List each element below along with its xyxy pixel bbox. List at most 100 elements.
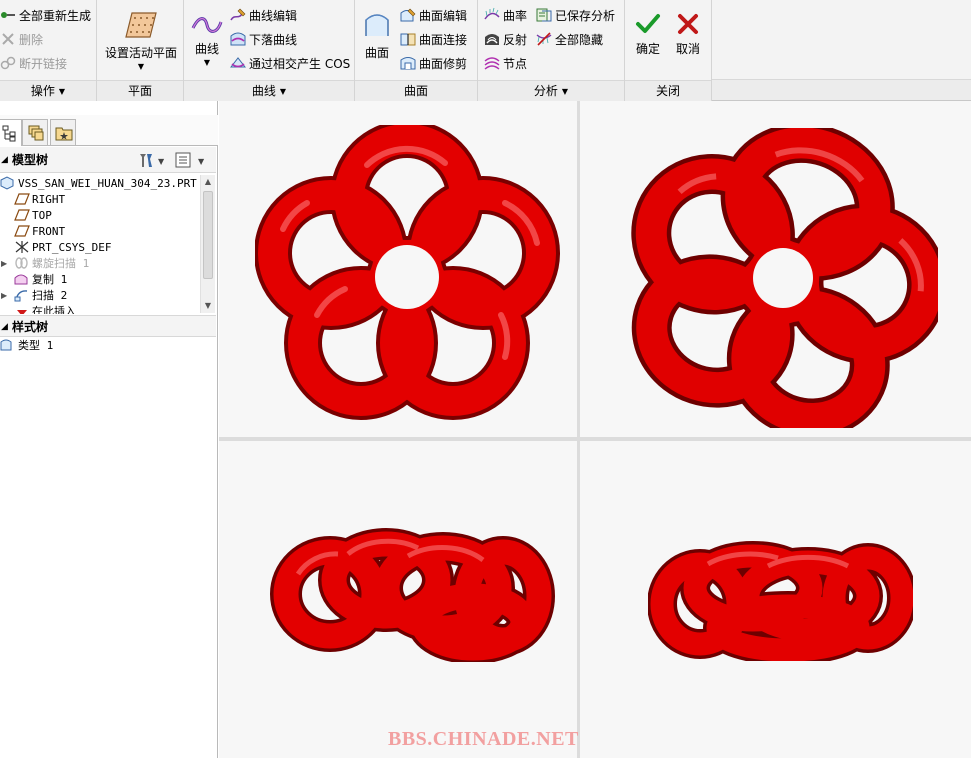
tree-item-front[interactable]: FRONT	[14, 224, 65, 240]
sweep-icon	[14, 288, 30, 302]
operations-dropdown-icon: ▼	[58, 87, 66, 96]
surface-edit-label: 曲面编辑	[419, 9, 468, 23]
model-tree-scrollbar[interactable]: ▲ ▼	[200, 175, 215, 313]
style-tree-item-label: 类型 1	[18, 339, 54, 352]
style-tree-header[interactable]: ◢ 样式树	[0, 315, 216, 337]
break-link-label: 断开链接	[19, 57, 68, 71]
tab-model-tree[interactable]	[0, 119, 22, 146]
tab-layers[interactable]	[22, 119, 48, 145]
surface-connect-button[interactable]: 曲面连接	[400, 30, 467, 50]
tree-item-label: 扫描 2	[32, 289, 68, 302]
cos-intersect-label: 通过相交产生 COS	[249, 57, 351, 71]
surface-button[interactable]: 曲面	[359, 10, 395, 61]
curves-dropdown-icon: ▼	[279, 87, 287, 96]
drop-curve-button[interactable]: 下落曲线	[230, 30, 297, 50]
curve-edit-icon	[230, 7, 246, 23]
hide-all-button[interactable]: 全部隐藏	[536, 30, 603, 50]
scroll-up-icon[interactable]: ▲	[201, 175, 215, 189]
curve-button[interactable]: 曲线 ▼	[188, 14, 226, 67]
viewport-splitter-horizontal[interactable]	[219, 437, 971, 441]
tree-item-part[interactable]: VSS_SAN_WEI_HUAN_304_23.PRT	[0, 176, 197, 192]
coordinate-system-icon	[14, 240, 30, 254]
saved-analysis-button[interactable]: 已保存分析	[536, 6, 615, 26]
tree-item-top[interactable]: TOP	[14, 208, 52, 224]
set-active-plane-dropdown-icon: ▼	[137, 62, 145, 71]
surfaces-group-title: 曲面	[403, 84, 428, 98]
curvature-button[interactable]: 曲率	[484, 6, 527, 26]
surface-connect-icon	[400, 31, 416, 47]
tree-item-right[interactable]: RIGHT	[14, 192, 65, 208]
settings-dropdown-icon[interactable]: ▼	[158, 157, 165, 166]
cancel-button[interactable]: 取消	[671, 12, 705, 57]
ok-button[interactable]: 确定	[631, 12, 665, 57]
style-tree-item-type[interactable]: 类型 1	[0, 338, 53, 354]
tab-favorites[interactable]	[50, 119, 76, 145]
model-tree-header[interactable]: ◢ 模型树 ▼ ▼	[0, 147, 216, 173]
surfaces-group-label: 曲面	[355, 80, 477, 101]
ribbon-label-filler	[712, 79, 971, 100]
ribbon-group-operations: 全部重新生成 删除 断开链接 操作 ▼	[0, 0, 97, 101]
viewport-splitter-vertical[interactable]	[577, 101, 580, 758]
regenerate-all-button[interactable]: 全部重新生成	[0, 6, 91, 26]
expand-icon[interactable]: ▶	[1, 256, 7, 272]
ribbon-group-plane: 设置活动平面 ▼ 平面	[97, 0, 184, 101]
close-group-title: 关闭	[655, 84, 680, 98]
scroll-thumb[interactable]	[203, 191, 213, 279]
reflection-label: 反射	[503, 33, 528, 47]
operations-group-label[interactable]: 操作 ▼	[0, 80, 96, 101]
regenerate-all-label: 全部重新生成	[19, 9, 92, 23]
viewport-top-right-model[interactable]	[628, 128, 938, 428]
plane-group-label: 平面	[97, 80, 183, 101]
analysis-group-title: 分析	[533, 84, 558, 98]
tree-item-helical-sweep[interactable]: ▶ 螺旋扫描 1	[1, 256, 89, 272]
settings-tools-icon[interactable]	[140, 154, 152, 167]
operations-group-title: 操作	[30, 84, 55, 98]
viewport-top-left-model[interactable]	[255, 125, 560, 430]
surface-label: 曲面	[364, 46, 389, 60]
viewport-bottom-right-model[interactable]	[648, 536, 913, 661]
curvature-icon	[484, 7, 500, 23]
cancel-label: 取消	[675, 42, 700, 56]
layers-icon	[28, 125, 44, 141]
surface-icon	[365, 14, 389, 36]
tree-item-copy[interactable]: 复制 1	[14, 272, 67, 288]
folder-star-icon	[55, 127, 73, 141]
ribbon: 全部重新生成 删除 断开链接 操作 ▼ 设置活动平面 ▼ 平面 曲线 ▼ 曲线编…	[0, 0, 971, 101]
cos-intersect-button[interactable]: 通过相交产生 COS	[229, 54, 351, 74]
tree-item-csys[interactable]: PRT_CSYS_DEF	[14, 240, 111, 256]
surface-connect-label: 曲面连接	[419, 33, 468, 47]
datum-plane-icon	[14, 224, 30, 238]
analysis-group-label[interactable]: 分析 ▼	[478, 80, 624, 101]
active-plane-icon	[125, 12, 157, 38]
set-active-plane-button[interactable]: 设置活动平面 ▼	[101, 10, 181, 71]
surface-edit-button[interactable]: 曲面编辑	[400, 6, 467, 26]
surface-trim-button[interactable]: 曲面修剪	[400, 54, 467, 74]
saved-analysis-icon	[536, 7, 552, 23]
curve-dropdown-icon: ▼	[203, 58, 211, 67]
curves-group-label[interactable]: 曲线 ▼	[184, 80, 354, 101]
viewport-bottom-left-model[interactable]	[268, 522, 558, 662]
close-group-label: 关闭	[625, 80, 711, 101]
drop-curve-label: 下落曲线	[249, 33, 298, 47]
tree-item-label: 在此插入	[32, 305, 76, 314]
tree-item-sweep[interactable]: ▶ 扫描 2	[1, 288, 68, 304]
collapse-style-tree-icon: ◢	[1, 322, 8, 332]
show-list-icon[interactable]	[175, 152, 191, 168]
model-tree-tools: ▼ ▼	[138, 151, 210, 169]
tree-item-insert-here[interactable]: 在此插入	[14, 304, 76, 314]
model-tree-icon	[2, 125, 16, 142]
delete-button[interactable]: 删除	[0, 30, 43, 50]
scroll-down-icon[interactable]: ▼	[201, 299, 215, 313]
knot-center-hole	[375, 245, 439, 309]
curve-edit-button[interactable]: 曲线编辑	[230, 6, 297, 26]
reflection-button[interactable]: 反射	[484, 30, 527, 50]
show-dropdown-icon[interactable]: ▼	[198, 157, 205, 166]
tree-item-label: PRT_CSYS_DEF	[32, 241, 112, 254]
tree-item-label: VSS_SAN_WEI_HUAN_304_23.PRT	[18, 177, 197, 190]
curve-edit-label: 曲线编辑	[249, 9, 298, 23]
expand-icon[interactable]: ▶	[1, 288, 7, 304]
node-button[interactable]: 节点	[484, 54, 527, 74]
break-link-button[interactable]: 断开链接	[0, 54, 67, 74]
ribbon-group-curves: 曲线 ▼ 曲线编辑 下落曲线 通过相交产生 COS 曲线 ▼	[184, 0, 355, 101]
hide-all-label: 全部隐藏	[555, 33, 604, 47]
